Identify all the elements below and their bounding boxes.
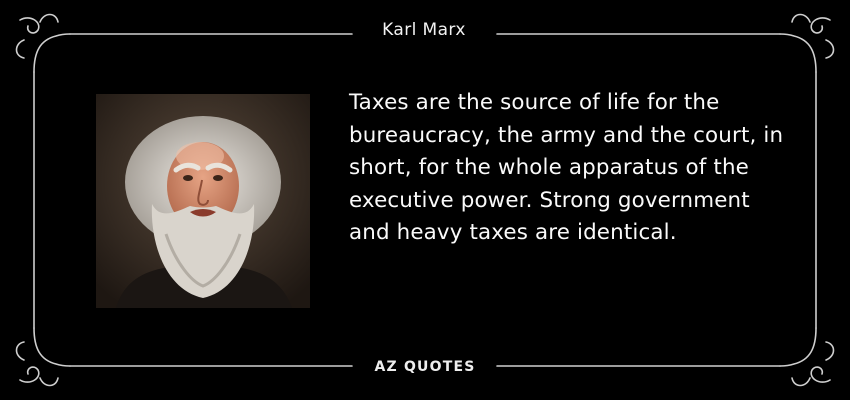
quote-text: Taxes are the source of life for the bur…: [349, 90, 784, 246]
author-portrait: [96, 94, 310, 308]
portrait-image: [96, 94, 310, 308]
azquotes-logo: AZ QUOTES: [374, 359, 476, 375]
author-name: Karl Marx: [364, 18, 484, 42]
